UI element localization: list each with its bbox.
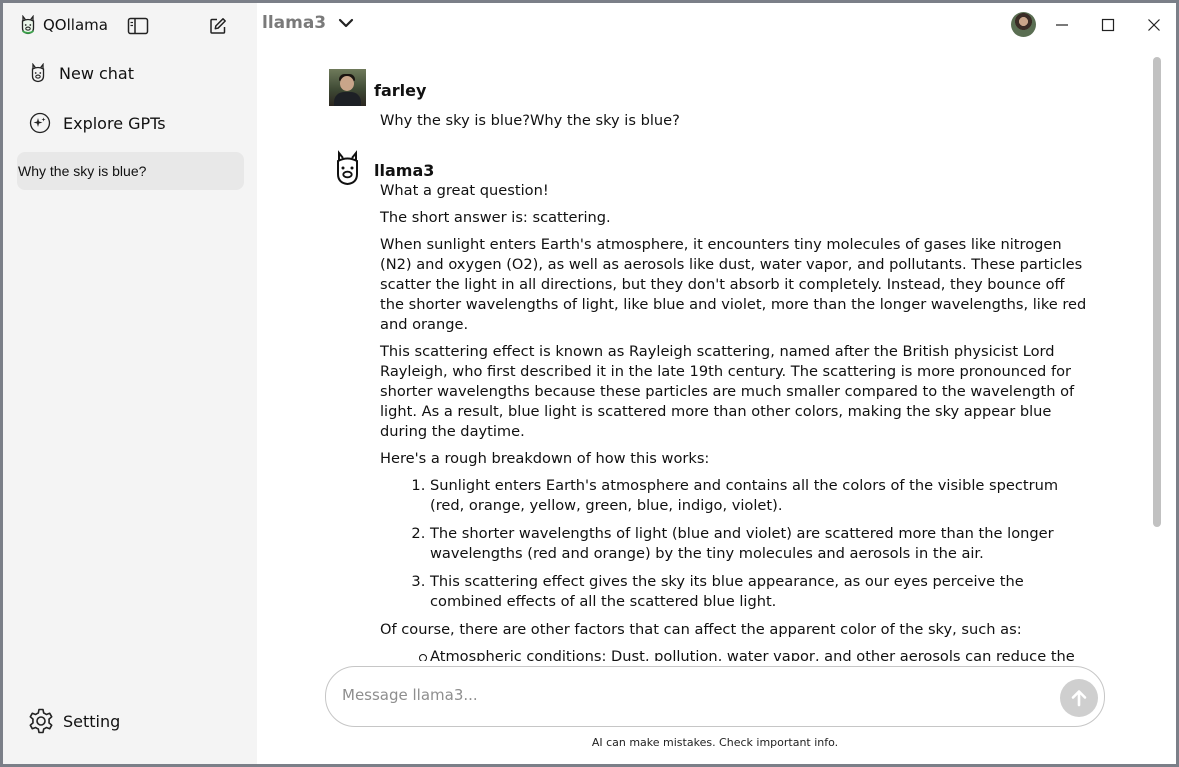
explore-gpts-label: Explore GPTs [63,113,166,133]
scrollbar-thumb[interactable] [1153,57,1161,527]
message-composer [325,666,1105,727]
llama-icon [21,15,35,35]
user-message-avatar [329,69,366,106]
sidebar: QOllama New chat Explore GPTs Why the sk… [3,3,257,764]
disclaimer-text: AI can make mistakes. Check important in… [591,736,839,749]
message-text: Why the sky is blue?Why the sky is blue? [380,112,680,129]
list-item: This scattering effect gives the sky its… [430,572,1092,612]
llama-icon [337,150,358,186]
paragraph: Here's a rough breakdown of how this wor… [380,450,710,467]
model-selector[interactable]: llama3 [262,13,354,33]
app-window: QOllama New chat Explore GPTs Why the sk… [3,3,1176,764]
paragraph: When sunlight enters Earth's atmosphere,… [380,236,1087,333]
bullet-list: Atmospheric conditions: Dust, pollution,… [380,647,1092,661]
new-chat-button[interactable]: New chat [19,53,243,93]
model-name: llama3 [262,13,327,33]
arrow-up-icon [1071,690,1087,707]
chat-scrollbar[interactable] [1151,55,1163,661]
gear-icon [29,708,53,734]
close-button[interactable] [1140,11,1168,39]
minimize-button[interactable] [1048,11,1076,39]
compose-icon [210,18,226,34]
paragraph: Of course, there are other factors that … [380,621,1022,638]
app-title: QOllama [43,16,108,34]
settings-button[interactable]: Setting [27,707,120,735]
new-chat-label: New chat [59,63,134,83]
list-item: The shorter wavelengths of light (blue a… [430,524,1092,564]
paragraph: This scattering effect is known as Rayle… [380,343,1075,440]
maximize-button[interactable] [1094,11,1122,39]
chat-area: farley Why the sky is blue?Why the sky i… [257,55,1151,661]
ordered-list: Sunlight enters Earth's atmosphere and c… [380,476,1092,612]
user-avatar[interactable] [1011,12,1036,37]
maximize-icon [1101,18,1115,32]
message-input[interactable] [342,686,1042,704]
paragraph: The short answer is: scattering. [380,209,611,226]
message-author: llama3 [374,161,435,180]
chevron-down-icon [339,18,354,28]
user-message: farley Why the sky is blue?Why the sky i… [329,69,1089,139]
sparkle-icon [29,112,51,134]
new-chat-icon-button[interactable] [205,14,231,38]
send-button[interactable] [1060,679,1098,717]
llama-icon [31,63,45,83]
minimize-icon [1056,24,1068,26]
explore-gpts-button[interactable]: Explore GPTs [19,103,243,143]
app-brand: QOllama [19,15,108,35]
sidebar-toggle-icon [127,17,149,35]
chat-history-item[interactable]: Why the sky is blue? [17,152,244,190]
assistant-message-body: What a great question! The short answer … [380,181,1092,661]
toggle-sidebar-button[interactable] [125,14,151,38]
list-item: Sunlight enters Earth's atmosphere and c… [430,476,1092,516]
message-author: farley [374,81,427,100]
close-icon [1148,19,1160,31]
list-item: Atmospheric conditions: Dust, pollution,… [418,647,1092,661]
paragraph: What a great question! [380,182,549,199]
settings-label: Setting [63,711,121,731]
